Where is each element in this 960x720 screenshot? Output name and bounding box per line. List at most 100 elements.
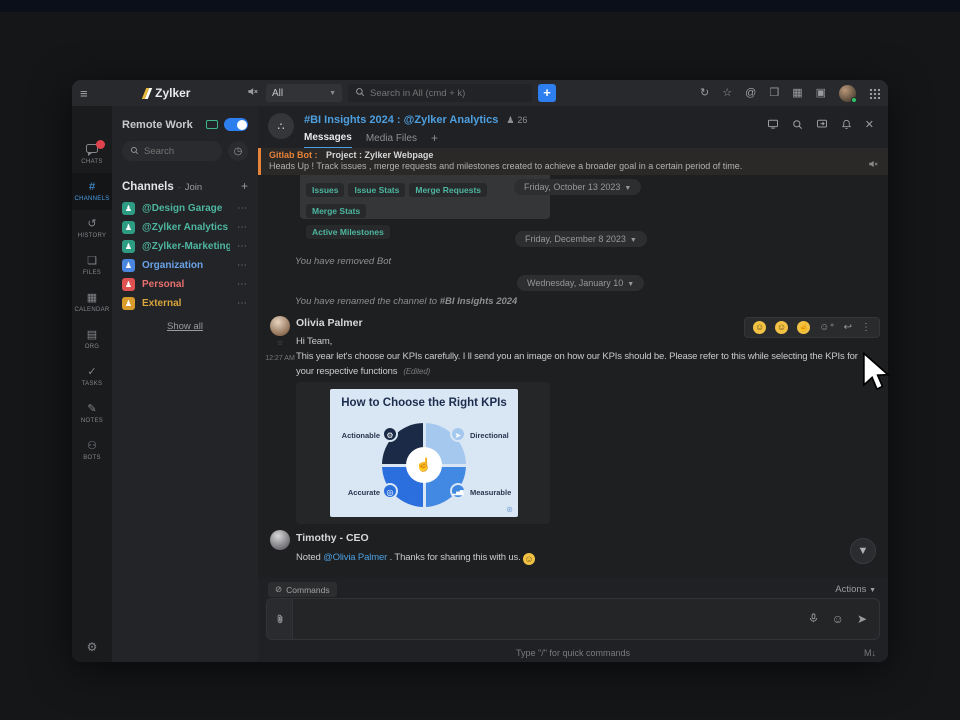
search-icon[interactable]: [792, 119, 803, 133]
sidebar-search[interactable]: [122, 141, 222, 161]
more-options-icon[interactable]: ⋯: [237, 203, 248, 214]
more-options-icon[interactable]: ⋯: [237, 279, 248, 290]
emoji-icon[interactable]: ☺: [832, 613, 844, 625]
favorites-star-icon[interactable]: ☆: [722, 87, 732, 99]
reply-icon[interactable]: ↩: [844, 322, 852, 333]
search-scope-dropdown[interactable]: All ▼: [266, 84, 342, 102]
recent-history-icon[interactable]: ↻: [700, 87, 709, 99]
member-count[interactable]: ♟ 26: [506, 115, 527, 126]
notes-icon: ✎: [87, 402, 97, 415]
screen-icon[interactable]: [767, 118, 779, 133]
mentions-icon[interactable]: @: [745, 87, 756, 99]
clipboard-icon[interactable]: ❒: [769, 87, 779, 99]
send-icon[interactable]: ➤: [857, 613, 867, 625]
add-channel-icon[interactable]: +: [241, 179, 248, 193]
sidebar-search-input[interactable]: [144, 145, 214, 157]
channel-item-personal[interactable]: ♟ Personal ⋯: [112, 275, 258, 294]
tab-messages[interactable]: Messages: [304, 132, 352, 149]
settings-gear-icon[interactable]: ⚙: [72, 640, 112, 654]
kpi-image[interactable]: How to Choose the Right KPIs ☝ ⚙ ➤ ◎ ▂▅▇…: [330, 389, 518, 517]
chevron-down-icon: ▼: [627, 281, 635, 288]
history-icon: ↺: [87, 217, 97, 230]
new-chat-button[interactable]: +: [538, 84, 556, 102]
dot-separator: ·: [177, 182, 181, 192]
avatar[interactable]: [270, 316, 290, 336]
bot-button-merge-requests[interactable]: Merge Requests: [409, 183, 488, 197]
channel-item-design-garage[interactable]: ♟ @Design Garage ⋯: [112, 199, 258, 218]
channel-item-external[interactable]: ♟ External ⋯: [112, 294, 258, 313]
rail-item-chats[interactable]: CHATS: [72, 136, 112, 173]
bot-button-issues[interactable]: Issues: [306, 183, 345, 197]
sender-name[interactable]: Timothy - CEO: [296, 532, 369, 544]
add-reaction-icon[interactable]: ☺⁺: [819, 322, 835, 333]
banner-mute-icon[interactable]: [868, 156, 878, 174]
more-options-icon[interactable]: ⋯: [237, 298, 248, 309]
tab-add-icon[interactable]: +: [431, 131, 438, 149]
rail-item-notes[interactable]: ✎ NOTES: [72, 395, 112, 432]
bot-button-merge-stats[interactable]: Merge Stats: [306, 204, 367, 218]
more-options-icon[interactable]: ⋯: [237, 241, 248, 252]
online-status-dot: [851, 96, 857, 103]
actions-dropdown[interactable]: Actions ▼: [835, 584, 876, 595]
message-input[interactable]: [293, 599, 808, 639]
channel-item-organization[interactable]: ♟ Organization ⋯: [112, 256, 258, 275]
rail-item-calendar[interactable]: ▦ CALENDAR: [72, 284, 112, 321]
menu-icon[interactable]: ≡: [80, 86, 88, 101]
bot-description: Heads Up ! Track issues , merge requests…: [269, 161, 743, 171]
apps-grid-icon[interactable]: [869, 87, 880, 99]
quick-command-hint: Type "/" for quick commands: [516, 648, 630, 658]
rail-item-history[interactable]: ↺ HISTORY: [72, 210, 112, 247]
channel-item-zylker-marketing[interactable]: ♟ @Zylker-Marketing ⋯: [112, 237, 258, 256]
chevron-down-icon: ▼: [869, 587, 876, 594]
global-search-input[interactable]: [370, 87, 525, 99]
message-hover-toolbar: ☺ ☺ ☝ ☺⁺ ↩ ⋮: [744, 317, 880, 338]
rail-item-org[interactable]: ▤ ORG: [72, 321, 112, 358]
more-options-icon[interactable]: ⋯: [237, 222, 248, 233]
channel-avatar[interactable]: ∴: [268, 113, 294, 139]
rail-item-files[interactable]: ❏ FILES: [72, 247, 112, 284]
date-divider[interactable]: Wednesday, January 10 ▼: [517, 275, 645, 291]
global-search[interactable]: [348, 84, 532, 102]
sender-name[interactable]: Olivia Palmer: [296, 317, 363, 329]
archive-icon[interactable]: ▣: [816, 87, 826, 99]
mute-icon[interactable]: [247, 84, 258, 102]
reaction-smile-emoji[interactable]: ☺: [775, 321, 789, 334]
join-link[interactable]: Join: [185, 182, 202, 193]
message-box-icon[interactable]: [816, 118, 828, 133]
app-logo-text: Zylker: [155, 86, 191, 100]
rail-item-channels[interactable]: # CHANNELS: [72, 173, 112, 210]
rail-item-tasks[interactable]: ✓ TASKS: [72, 358, 112, 395]
scroll-to-bottom-button[interactable]: ▼: [850, 538, 876, 564]
show-all-link[interactable]: Show all: [112, 321, 258, 332]
workspace-row: Remote Work: [112, 114, 258, 135]
system-message-removed-bot: You have removed Bot: [295, 256, 392, 267]
avatar[interactable]: [270, 530, 290, 550]
mention-link[interactable]: @Olivia Palmer: [323, 552, 387, 563]
tab-media-files[interactable]: Media Files: [366, 133, 417, 148]
bell-icon[interactable]: [841, 119, 852, 133]
bot-button-active-milestones[interactable]: Active Milestones: [306, 225, 390, 239]
mic-icon[interactable]: [808, 612, 819, 626]
attachment-button[interactable]: [267, 599, 293, 639]
star-icon[interactable]: ☆: [264, 339, 296, 347]
top-bar: ≡ Zylker All ▼ + ↻: [72, 80, 888, 106]
channel-title[interactable]: #BI Insights 2024 : @Zylker Analytics: [304, 114, 498, 126]
chevron-down-icon: ▼: [624, 185, 632, 192]
commands-chip[interactable]: ⊘ Commands: [268, 582, 337, 597]
recent-clock-button[interactable]: ◷: [228, 141, 248, 161]
user-avatar[interactable]: [839, 84, 857, 103]
date-divider[interactable]: Friday, October 13 2023 ▼: [514, 179, 642, 195]
date-divider[interactable]: Friday, December 8 2023 ▼: [515, 231, 647, 247]
reaction-grin-emoji[interactable]: ☺: [753, 321, 767, 334]
top-bar-actions: ↻ ☆ @ ❒ ▦ ▣: [700, 84, 880, 103]
bot-button-issue-stats[interactable]: Issue Stats: [348, 183, 406, 197]
more-options-icon[interactable]: ⋮: [861, 322, 871, 333]
close-icon[interactable]: ✕: [865, 120, 874, 131]
availability-toggle[interactable]: [224, 118, 248, 131]
channel-item-zylker-analytics[interactable]: ♟ @Zylker Analytics ⋯: [112, 218, 258, 237]
rail-item-bots[interactable]: ⚇ BOTS: [72, 432, 112, 469]
screen-share-icon[interactable]: [206, 120, 218, 129]
more-options-icon[interactable]: ⋯: [237, 260, 248, 271]
reaction-thumbs-up-emoji[interactable]: ☝: [797, 321, 811, 334]
calendar-icon[interactable]: ▦: [792, 87, 802, 99]
